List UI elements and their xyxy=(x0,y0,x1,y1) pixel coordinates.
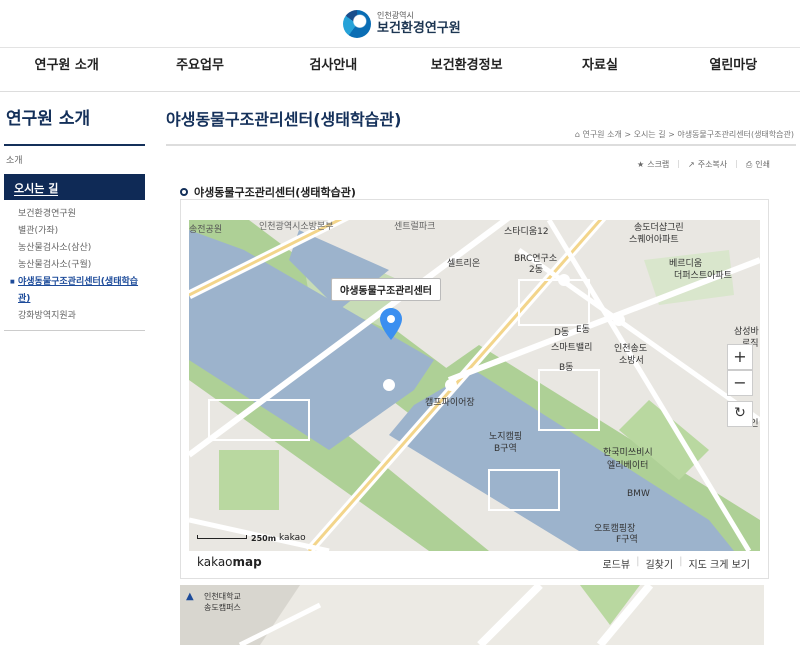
map-label: 센트럴파크 xyxy=(394,222,436,232)
star-icon: ★ xyxy=(637,160,645,169)
map-label: F구역 xyxy=(616,535,638,545)
site-logo[interactable]: 인천광역시 보건환경연구원 xyxy=(343,7,461,41)
copy-address-label: 주소복사 xyxy=(697,160,728,169)
zoom-out-button[interactable]: − xyxy=(727,370,753,396)
sidebar-sub-guwol[interactable]: 농산물검사소(구월) xyxy=(10,257,146,274)
school-icon: ▲ xyxy=(186,591,194,602)
map-label: 엘리베이터 xyxy=(607,461,649,471)
breadcrumb-path: 연구원 소개 > 오시는 길 > 야생동물구조관리센터(생태학습관) xyxy=(582,130,794,139)
print-button[interactable]: ⎙ 인쇄 xyxy=(746,159,770,170)
logo-mark-icon xyxy=(343,10,371,38)
scale-brand: kakao xyxy=(279,533,306,543)
scale-label: 250m xyxy=(251,534,277,543)
map-label: 한국미쓰비시 xyxy=(603,448,653,458)
bullet-icon xyxy=(180,188,188,196)
map2-label: 인천대학교 xyxy=(204,592,241,601)
map-label: E동 xyxy=(576,325,590,335)
scrap-label: 스크랩 xyxy=(647,160,670,169)
marker-label: 야생동물구조관리센터 xyxy=(331,278,441,301)
logo-title: 보건환경연구원 xyxy=(377,21,461,36)
gnb-env-info[interactable]: 보건환경정보 xyxy=(400,48,533,91)
map-label: 송전공원 xyxy=(189,225,223,235)
logo-subtitle: 인천광역시 xyxy=(377,11,414,20)
map-footer: kakaomap 로드뷰 | 길찾기 | 지도 크게 보기 xyxy=(189,551,760,575)
secondary-map-canvas xyxy=(180,585,764,645)
scale-bar xyxy=(197,535,247,539)
reset-map-button[interactable]: ↻ xyxy=(727,401,753,427)
section-title-text: 야생동물구조관리센터(생태학습관) xyxy=(194,186,356,199)
map-label: 셀트리온 xyxy=(447,259,481,269)
gnb-open-forum[interactable]: 열린마당 xyxy=(667,48,800,91)
secondary-map[interactable]: ▲ 인천대학교 송도캠퍼스 xyxy=(180,585,764,645)
title-divider xyxy=(166,144,796,146)
map-label: 소방서 xyxy=(619,356,644,366)
print-label: 인쇄 xyxy=(755,160,770,169)
map-marker-icon[interactable] xyxy=(380,308,402,340)
map-label: 더퍼스트아파트 xyxy=(674,271,732,281)
map-label: 캠프파이어장 xyxy=(425,398,475,408)
map-label: BMW xyxy=(627,489,650,499)
main-navigation: 연구원 소개 주요업무 검사안내 보건환경정보 자료실 열린마당 xyxy=(0,48,800,92)
brand-light: kakao xyxy=(197,555,233,569)
footer-separator: | xyxy=(679,556,683,567)
sidebar-sub-annex[interactable]: 별관(가좌) xyxy=(10,223,146,240)
map-view[interactable]: 송전공원 인천광역시소방본부 센트럴파크 스타디움12 송도더샵그린 스퀘어아파… xyxy=(189,220,760,551)
map-label: B구역 xyxy=(494,444,517,454)
site-header: 인천광역시 보건환경연구원 xyxy=(0,0,800,48)
roadview-link[interactable]: 로드뷰 xyxy=(602,556,630,571)
sidebar-sub-samsan[interactable]: 농산물검사소(삼산) xyxy=(10,240,146,257)
map-label: 스마트밸리 xyxy=(551,343,593,353)
scrap-button[interactable]: ★ 스크랩 xyxy=(637,159,669,170)
zoom-in-button[interactable]: + xyxy=(727,344,753,370)
map-label: 인천광역시소방본부 xyxy=(259,222,334,232)
page-title: 야생동물구조관리센터(생태학습관) xyxy=(166,110,402,129)
tool-separator: | xyxy=(677,159,680,168)
map-label: D동 xyxy=(554,328,570,338)
sidebar-sub-wildlife-center[interactable]: 야생동물구조관리센터(생태학습관) xyxy=(10,274,146,308)
sidebar-sub-ganghwa[interactable]: 강화방역지원과 xyxy=(10,308,146,325)
map-label: 스타디움12 xyxy=(504,227,549,237)
sidebar-title: 연구원 소개 xyxy=(6,109,91,129)
gnb-resources[interactable]: 자료실 xyxy=(533,48,666,91)
gnb-intro[interactable]: 연구원 소개 xyxy=(0,48,133,91)
page-tools: ★ 스크랩 | ↗ 주소복사 | ⎙ 인쇄 xyxy=(637,159,770,170)
map2-label: 송도캠퍼스 xyxy=(204,603,241,612)
big-map-link[interactable]: 지도 크게 보기 xyxy=(688,556,750,571)
sidebar-submenu: 보건환경연구원 별관(가좌) 농산물검사소(삼산) 농산물검사소(구월) 야생동… xyxy=(10,206,146,325)
sidebar-active-label: 오시는 길 xyxy=(14,182,59,196)
map-label: B동 xyxy=(559,363,574,373)
tool-separator: | xyxy=(735,159,738,168)
printer-icon: ⎙ xyxy=(745,159,753,169)
sidebar-category[interactable]: 소개 xyxy=(6,153,23,166)
footer-separator: | xyxy=(636,556,640,567)
gnb-inspection[interactable]: 검사안내 xyxy=(267,48,400,91)
sidebar-bottom-divider xyxy=(4,330,145,331)
sidebar-divider xyxy=(4,144,145,146)
copy-address-button[interactable]: ↗ 주소복사 xyxy=(688,159,727,170)
map-label: 스퀘어아파트 xyxy=(629,235,679,245)
sidebar-sub-main-institute[interactable]: 보건환경연구원 xyxy=(10,206,146,223)
kakao-map-logo[interactable]: kakaomap xyxy=(197,555,262,569)
directions-link[interactable]: 길찾기 xyxy=(645,556,673,571)
breadcrumb: ⌂ 연구원 소개 > 오시는 길 > 야생동물구조관리센터(생태학습관) xyxy=(575,129,794,140)
map-label: 2동 xyxy=(529,265,544,275)
gnb-main-work[interactable]: 주요업무 xyxy=(133,48,266,91)
brand-bold: map xyxy=(232,555,262,569)
sidebar-item-directions[interactable]: 오시는 길 xyxy=(4,174,145,200)
share-icon: ↗ xyxy=(688,160,695,169)
section-title: 야생동물구조관리센터(생태학습관) xyxy=(180,184,356,200)
